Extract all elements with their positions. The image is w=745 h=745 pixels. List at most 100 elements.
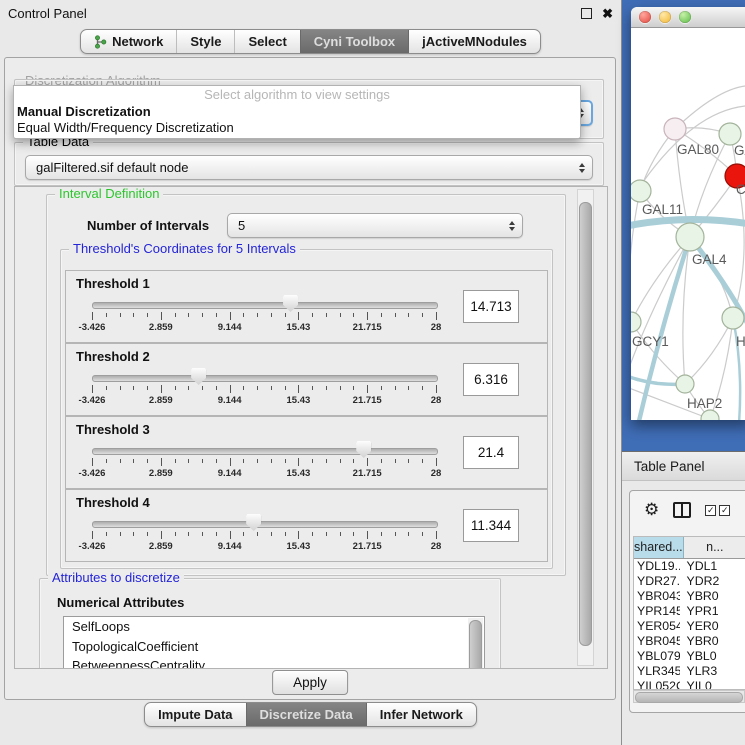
slider-track[interactable] <box>92 302 438 309</box>
zoom-traffic-light-icon[interactable] <box>679 11 691 23</box>
slider-tick <box>340 459 341 463</box>
table-row[interactable]: YBR043CYBR0 <box>634 589 745 604</box>
settings-scrollbar[interactable] <box>577 189 594 666</box>
node-table[interactable]: shared... n... YDL19...YDL1YDR27...YDR2Y… <box>633 536 745 690</box>
table-row[interactable]: YER054CYER0 <box>634 619 745 634</box>
control-panel-titlebar: Control Panel ✖ <box>0 0 621 26</box>
slider-tick <box>175 313 176 317</box>
table-row[interactable]: YLR345WYLR3 <box>634 664 745 679</box>
close-icon[interactable]: ✖ <box>602 7 613 20</box>
slider-track[interactable] <box>92 448 438 455</box>
network-canvas[interactable]: GAL80GACGAL11GAL4GCY1HHAP2 <box>631 28 745 420</box>
network-node-gal80[interactable] <box>664 118 686 140</box>
column-header-name[interactable]: n... <box>684 537 745 558</box>
table-cell-shared-name: YER054C <box>634 619 681 634</box>
threshold-value-field[interactable]: 6.316 <box>463 363 519 396</box>
scrollbar-thumb[interactable] <box>635 692 743 703</box>
table-panel-inner: ⚙ ✓ ✓ shared... n... YDL19...YDL1YDR27..… <box>629 490 745 713</box>
slider-tick <box>120 459 121 463</box>
attribute-list-item[interactable]: BetweennessCentrality <box>64 656 484 669</box>
tab-style[interactable]: Style <box>176 30 234 53</box>
network-node-gal4[interactable] <box>676 223 704 251</box>
network-edge[interactable] <box>631 237 690 322</box>
slider-tick-label: 15.43 <box>268 322 328 333</box>
checkbox-checked-icon[interactable]: ✓ <box>705 505 716 516</box>
slider-tick <box>175 459 176 463</box>
network-node-h[interactable] <box>722 307 744 329</box>
slider-tick <box>312 459 313 463</box>
slider-tick <box>395 459 396 463</box>
slider-tick <box>408 313 409 317</box>
threshold-value-field[interactable]: 21.4 <box>463 436 519 469</box>
attribute-list-item[interactable]: SelfLoops <box>64 617 484 637</box>
slider-thumb[interactable] <box>283 295 298 312</box>
table-horizontal-scrollbar[interactable] <box>633 690 745 703</box>
table-panel-titlebar: Table Panel <box>622 451 745 481</box>
tab-impute-data[interactable]: Impute Data <box>145 703 245 726</box>
checkbox-checked-icon[interactable]: ✓ <box>719 505 730 516</box>
tab-network[interactable]: Network <box>81 30 176 53</box>
slider-tick-label: -3.426 <box>62 395 122 406</box>
tab-style-label: Style <box>190 34 221 49</box>
table-row[interactable]: YBL079WYBL0 <box>634 649 745 664</box>
slider-tick <box>271 313 272 317</box>
tab-cyni-toolbox[interactable]: Cyni Toolbox <box>300 30 408 53</box>
column-header-shared-name[interactable]: shared... <box>634 537 684 558</box>
tab-jactivemnodules[interactable]: jActiveMNodules <box>408 30 540 53</box>
slider-tick <box>312 386 313 390</box>
slider-tick <box>216 532 217 536</box>
table-data-combobox[interactable]: galFiltered.sif default node <box>25 155 593 180</box>
slider-tick-label: 15.43 <box>268 541 328 552</box>
attribute-list-item[interactable]: TopologicalCoefficient <box>64 637 484 657</box>
table-row[interactable]: YIL052CYIL0 <box>634 679 745 690</box>
tab-infer-network[interactable]: Infer Network <box>366 703 476 726</box>
network-edge[interactable] <box>685 318 733 384</box>
slider-tick <box>106 313 107 317</box>
tab-select-label: Select <box>248 34 286 49</box>
table-row[interactable]: YDR27...YDR2 <box>634 574 745 589</box>
minimize-traffic-light-icon[interactable] <box>659 11 671 23</box>
slider-tick <box>202 459 203 463</box>
network-node-gcy1[interactable] <box>631 312 641 332</box>
slider-tick <box>216 313 217 317</box>
slider-tick <box>326 313 327 317</box>
scrollbar-thumb[interactable] <box>579 202 592 646</box>
table-row[interactable]: YDL19...YDL1 <box>634 559 745 574</box>
table-row[interactable]: YPR145WYPR1 <box>634 604 745 619</box>
slider-track[interactable] <box>92 521 438 528</box>
threshold-value-field[interactable]: 11.344 <box>463 509 519 542</box>
dropdown-option-manual[interactable]: Manual Discretization <box>14 104 580 120</box>
gear-icon[interactable]: ⚙ <box>644 502 659 519</box>
threshold-value-field[interactable]: 14.713 <box>463 290 519 323</box>
slider-thumb[interactable] <box>246 514 261 531</box>
num-intervals-combobox[interactable]: 5 <box>227 213 523 238</box>
slider-tick <box>188 459 189 463</box>
cyni-toolbox-panel: Discretization Algorithm Select algorith… <box>4 57 616 700</box>
slider-thumb[interactable] <box>191 368 206 385</box>
slider-tick <box>257 313 258 317</box>
slider-tick <box>147 386 148 390</box>
attributes-group: Attributes to discretize Numerical Attri… <box>39 578 501 669</box>
dropdown-option-equal-width[interactable]: Equal Width/Frequency Discretization <box>14 120 580 136</box>
close-traffic-light-icon[interactable] <box>639 11 651 23</box>
numerical-attributes-list[interactable]: SelfLoopsTopologicalCoefficientBetweenne… <box>63 616 485 669</box>
apply-button[interactable]: Apply <box>272 670 348 695</box>
scrollbar-thumb[interactable] <box>469 620 482 669</box>
table-cell-shared-name: YPR145W <box>634 604 681 619</box>
slider-tick <box>381 459 382 463</box>
split-columns-icon[interactable] <box>673 502 691 518</box>
network-node-gal11[interactable] <box>631 180 651 202</box>
float-window-icon[interactable] <box>581 8 592 19</box>
tab-select[interactable]: Select <box>234 30 299 53</box>
slider-track[interactable] <box>92 375 438 382</box>
slider-thumb[interactable] <box>356 441 371 458</box>
network-node-hap2[interactable] <box>676 375 694 393</box>
table-row[interactable]: YBR045CYBR0 <box>634 634 745 649</box>
network-node-ga[interactable] <box>719 123 741 145</box>
slider-tick <box>216 386 217 390</box>
slider-tick <box>422 532 423 536</box>
network-edge[interactable] <box>631 191 640 278</box>
tab-discretize-data[interactable]: Discretize Data <box>246 703 366 726</box>
attributes-list-scrollbar[interactable] <box>468 618 483 669</box>
slider-tick <box>367 531 368 539</box>
